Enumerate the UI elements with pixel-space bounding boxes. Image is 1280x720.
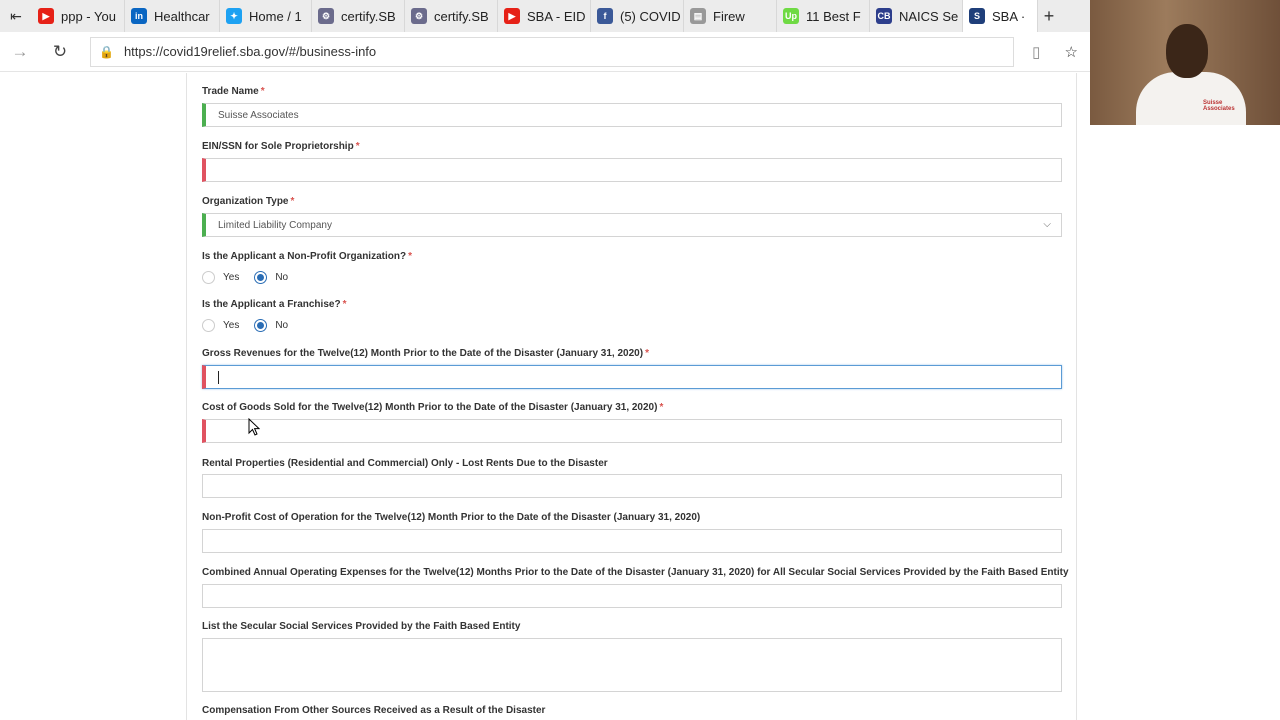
rental-label: Rental Properties (Residential and Comme… [202,458,608,469]
compensation-label: Compensation From Other Sources Received… [202,705,546,716]
text-caret [218,370,219,384]
presenter-head [1166,24,1208,78]
franchise-label: Is the Applicant a Franchise? * [202,299,347,310]
nonprofit-no-radio[interactable] [254,271,268,284]
combined-expenses-label: Combined Annual Operating Expenses for t… [202,567,1069,578]
org-type-label: Organization Type * [202,196,295,207]
nonprofit-cost-label: Non-Profit Cost of Operation for the Twe… [202,512,701,523]
org-type-select[interactable]: Limited Liability Company ⌵ [202,213,1062,237]
franchise-yes-radio[interactable] [202,319,215,332]
presenter-shirt [1136,72,1246,125]
mouse-cursor-icon [248,418,260,436]
no-label: No [275,272,289,283]
gross-revenues-input[interactable] [202,365,1062,389]
cogs-input[interactable] [202,419,1062,443]
ein-input[interactable] [202,158,1062,182]
trade-name-input[interactable]: Suisse Associates [202,103,1062,127]
nonprofit-cost-input[interactable] [202,529,1062,553]
rental-input[interactable] [202,474,1062,498]
chevron-down-icon: ⌵ [1043,219,1051,230]
franchise-radio-group: Yes No [202,319,303,332]
cogs-label: Cost of Goods Sold for the Twelve(12) Mo… [202,402,664,413]
nonprofit-yes-radio[interactable] [202,271,215,284]
secular-services-label: List the Secular Social Services Provide… [202,621,521,632]
gross-revenues-label: Gross Revenues for the Twelve(12) Month … [202,348,649,359]
secular-services-textarea[interactable] [202,638,1062,692]
combined-expenses-input[interactable] [202,584,1062,608]
yes-label: Yes [223,272,240,283]
franchise-no-radio[interactable] [254,319,268,332]
ein-label: EIN/SSN for Sole Proprietorship * [202,141,360,152]
nonprofit-radio-group: Yes No [202,271,303,284]
yes-label: Yes [223,320,240,331]
no-label: No [275,320,289,331]
nonprofit-label: Is the Applicant a Non-Profit Organizati… [202,251,412,262]
shirt-logo: Suisse Associates [1203,100,1235,112]
trade-name-label: Trade Name * [202,86,265,97]
webcam-overlay: Suisse Associates [1090,0,1280,125]
